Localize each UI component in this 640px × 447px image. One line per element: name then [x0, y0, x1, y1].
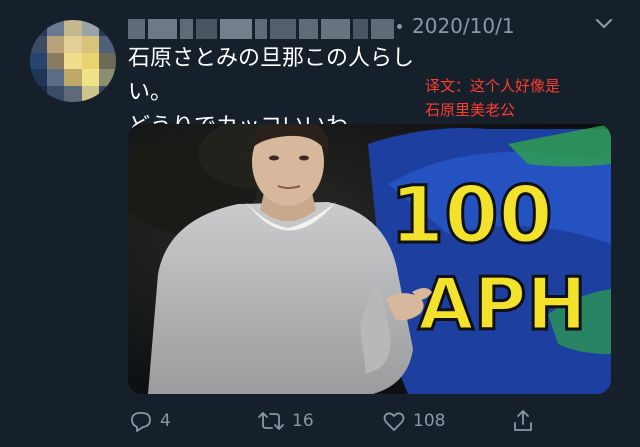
reply-button[interactable]: 4 — [128, 406, 171, 436]
share-icon — [510, 408, 536, 434]
retweet-icon — [256, 408, 286, 434]
separator-dot — [397, 24, 402, 29]
share-button[interactable] — [510, 406, 536, 436]
chevron-down-icon[interactable] — [592, 14, 616, 34]
translation-annotation: 译文：这个人好像是 石原里美老公 — [425, 77, 561, 119]
tweet-timestamp[interactable]: 2020/10/1 — [412, 14, 515, 38]
tweet-photo[interactable]: 100 APH — [128, 124, 611, 394]
sign-text-100: 100 — [390, 171, 553, 261]
heart-icon — [381, 408, 407, 434]
display-name-blurred[interactable] — [128, 16, 394, 42]
retweet-count: 16 — [292, 411, 314, 431]
reply-count: 4 — [160, 411, 171, 431]
like-button[interactable]: 108 — [381, 406, 445, 436]
tweet-action-bar: 4 16 108 — [128, 406, 618, 436]
sign-text-aph: APH — [418, 262, 587, 346]
avatar[interactable] — [30, 20, 116, 102]
retweet-button[interactable]: 16 — [256, 406, 314, 436]
reply-icon — [128, 408, 154, 434]
like-count: 108 — [413, 411, 446, 431]
